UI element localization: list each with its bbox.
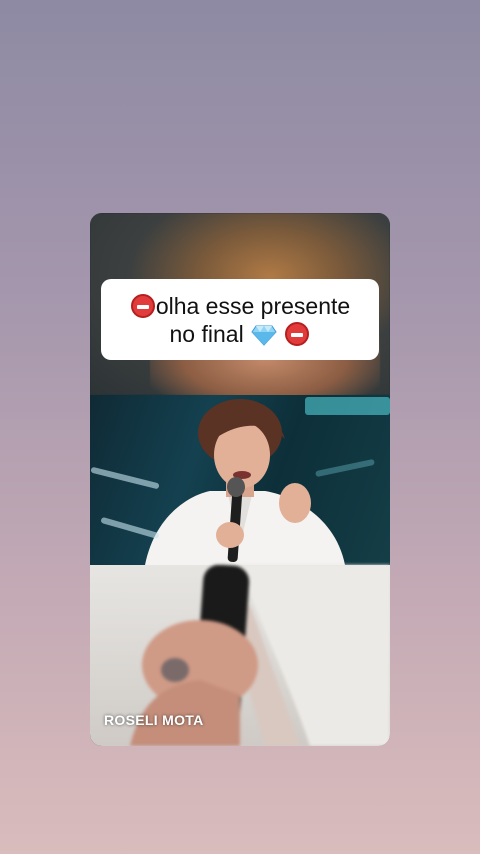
caption-line-1: olha esse presente xyxy=(130,292,350,320)
video-caption: olha esse presente no final xyxy=(101,279,379,360)
creator-watermark: ROSELI MOTA xyxy=(104,712,204,728)
video-card[interactable]: olha esse presente no final ROSELI MOTA xyxy=(90,213,390,746)
caption-line-2-text: no final xyxy=(169,320,244,347)
caption-line-1-text: olha esse presente xyxy=(155,292,351,319)
caption-line-2: no final xyxy=(170,320,311,348)
gem-icon xyxy=(251,325,277,346)
no-entry-icon xyxy=(130,293,155,318)
no-entry-icon xyxy=(285,321,310,346)
stage-light xyxy=(305,397,390,415)
video-frame-middle xyxy=(90,395,390,565)
